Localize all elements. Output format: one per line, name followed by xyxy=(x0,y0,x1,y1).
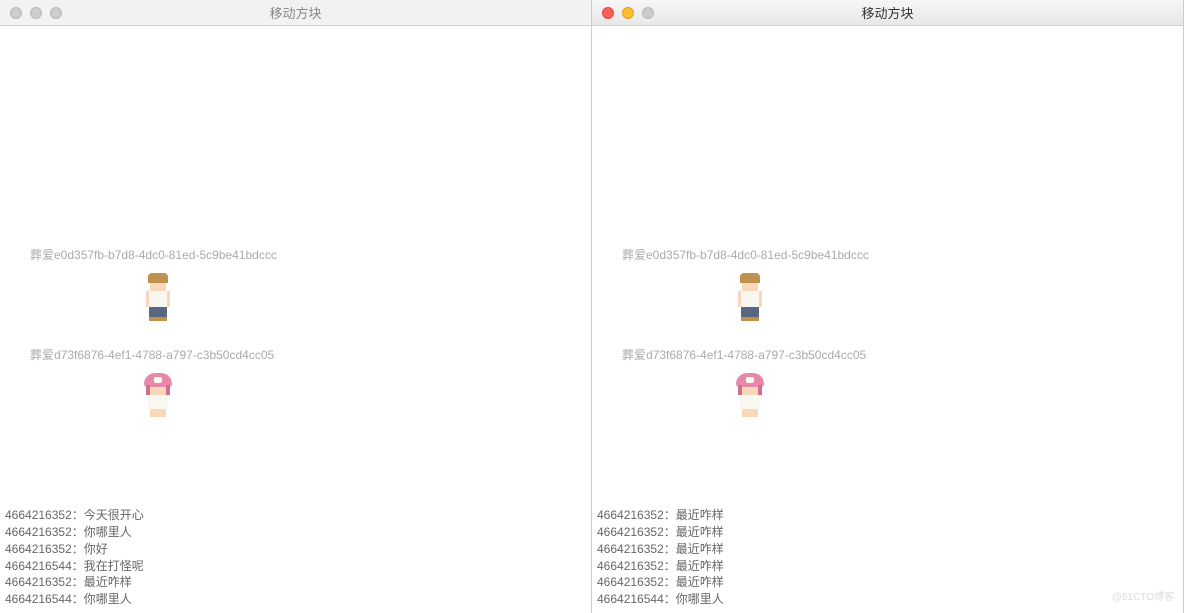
chat-log-left: 4664216352：今天很开心 4664216352：你哪里人 4664216… xyxy=(5,507,144,608)
player-1-sprite-icon xyxy=(732,273,772,321)
player-2-label: 葬爱d73f6876-4ef1-4788-a797-c3b50cd4cc05 xyxy=(622,346,866,363)
titlebar-left[interactable]: 移动方块 xyxy=(0,0,591,26)
player-1-sprite-icon xyxy=(140,273,180,321)
close-button[interactable] xyxy=(602,7,614,19)
chat-line: 4664216544：你哪里人 xyxy=(597,591,724,608)
window-right: 移动方块 葬爱e0d357fb-b7d8-4dc0-81ed-5c9be41bd… xyxy=(592,0,1184,613)
watermark: @51CTO博客 xyxy=(1112,588,1174,603)
chat-line: 4664216352：你好 xyxy=(5,541,144,558)
maximize-button[interactable] xyxy=(50,7,62,19)
player-2-sprite-icon xyxy=(732,373,772,421)
player-2-left: 葬爱d73f6876-4ef1-4788-a797-c3b50cd4cc05 xyxy=(30,346,274,421)
close-button[interactable] xyxy=(10,7,22,19)
player-1-left: 葬爱e0d357fb-b7d8-4dc0-81ed-5c9be41bdccc xyxy=(30,246,277,321)
traffic-lights-left xyxy=(0,7,62,19)
player-1-label: 葬爱e0d357fb-b7d8-4dc0-81ed-5c9be41bdccc xyxy=(30,246,277,263)
minimize-button[interactable] xyxy=(30,7,42,19)
player-1-label: 葬爱e0d357fb-b7d8-4dc0-81ed-5c9be41bdccc xyxy=(622,246,869,263)
chat-line: 4664216352：最近咋样 xyxy=(597,541,724,558)
chat-line: 4664216544：我在打怪呢 xyxy=(5,558,144,575)
chat-line: 4664216352：最近咋样 xyxy=(597,558,724,575)
titlebar-right[interactable]: 移动方块 xyxy=(592,0,1183,26)
chat-line: 4664216352：最近咋样 xyxy=(597,507,724,524)
chat-line: 4664216352：今天很开心 xyxy=(5,507,144,524)
chat-line: 4664216544：你哪里人 xyxy=(5,591,144,608)
chat-line: 4664216352：你哪里人 xyxy=(5,524,144,541)
game-area-right[interactable]: 葬爱e0d357fb-b7d8-4dc0-81ed-5c9be41bdccc 葬… xyxy=(592,26,1183,613)
chat-line: 4664216352：最近咋样 xyxy=(597,524,724,541)
traffic-lights-right xyxy=(592,7,654,19)
chat-log-right: 4664216352：最近咋样 4664216352：最近咋样 46642163… xyxy=(597,507,724,608)
maximize-button[interactable] xyxy=(642,7,654,19)
minimize-button[interactable] xyxy=(622,7,634,19)
player-2-right: 葬爱d73f6876-4ef1-4788-a797-c3b50cd4cc05 xyxy=(622,346,866,421)
window-left: 移动方块 葬爱e0d357fb-b7d8-4dc0-81ed-5c9be41bd… xyxy=(0,0,592,613)
chat-line: 4664216352：最近咋样 xyxy=(597,574,724,591)
window-title-right: 移动方块 xyxy=(592,3,1183,22)
chat-line: 4664216352：最近咋样 xyxy=(5,574,144,591)
player-2-label: 葬爱d73f6876-4ef1-4788-a797-c3b50cd4cc05 xyxy=(30,346,274,363)
game-area-left[interactable]: 葬爱e0d357fb-b7d8-4dc0-81ed-5c9be41bdccc 葬… xyxy=(0,26,591,613)
window-title-left: 移动方块 xyxy=(0,3,591,22)
player-1-right: 葬爱e0d357fb-b7d8-4dc0-81ed-5c9be41bdccc xyxy=(622,246,869,321)
player-2-sprite-icon xyxy=(140,373,180,421)
